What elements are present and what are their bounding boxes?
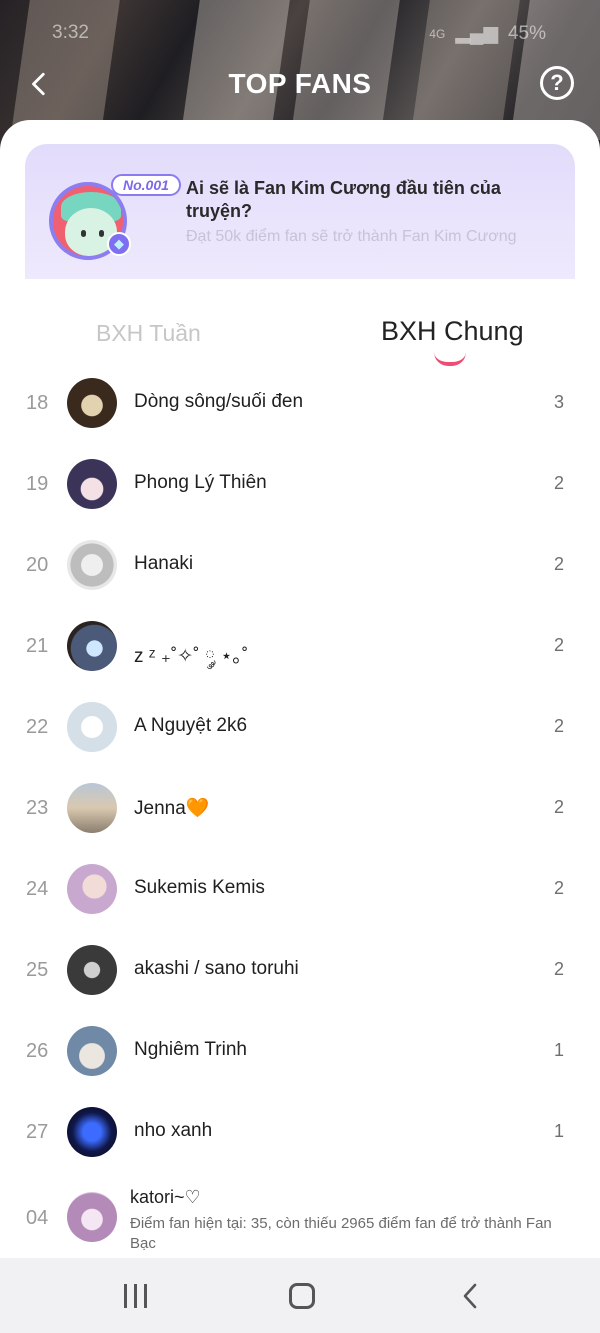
list-item[interactable]: 26 Nghiêm Trinh 1	[0, 1011, 600, 1092]
my-rank-number: 04	[26, 1207, 49, 1229]
avatar	[67, 1026, 117, 1076]
recent-apps-icon	[123, 1284, 127, 1308]
home-button[interactable]	[289, 1283, 315, 1309]
list-item[interactable]: 27 nho xanh 1	[0, 1092, 600, 1173]
question-icon: ?	[550, 70, 564, 95]
fan-score: 2	[553, 878, 564, 898]
fan-score: 2	[553, 554, 564, 574]
recent-apps-icon	[143, 1284, 147, 1308]
fan-name: akashi / sano toruhi	[134, 958, 299, 979]
rank-number: 23	[26, 797, 49, 819]
network-label: 4G	[429, 26, 446, 41]
rank-number: 27	[26, 1121, 49, 1143]
status-bar: 3:32 4G ▂▄▆ 45%	[0, 18, 600, 50]
system-back-button[interactable]	[460, 1283, 482, 1309]
rank-number: 24	[26, 878, 49, 900]
my-name: katori~♡	[130, 1187, 201, 1207]
list-item[interactable]: 22 A Nguyệt 2k6 2	[0, 687, 600, 768]
avatar	[67, 1107, 117, 1157]
rank-number: 25	[26, 959, 49, 981]
fan-name: Phong Lý Thiên	[134, 472, 267, 493]
recent-apps-icon	[133, 1284, 137, 1308]
rank-tag: No.001	[111, 174, 181, 196]
rank-number: 20	[26, 554, 49, 576]
top-navigation: TOP FANS ?	[0, 60, 600, 108]
fan-name: Jenna🧡	[134, 798, 210, 819]
content-sheet: ◆ No.001 Ai sẽ là Fan Kim Cương đầu tiên…	[0, 120, 600, 1260]
diamond-icon: ◆	[107, 232, 131, 256]
status-time: 3:32	[52, 22, 89, 43]
list-item[interactable]: 21 z ᶻ ₊˚✧˚ ༘ ⋆｡˚ 2	[0, 606, 600, 687]
avatar	[67, 459, 117, 509]
page-title: TOP FANS	[228, 68, 372, 99]
rank-number: 19	[26, 473, 49, 495]
fan-name: Nghiêm Trinh	[134, 1039, 247, 1060]
recent-apps-button[interactable]	[121, 1283, 149, 1309]
fan-score: 2	[553, 716, 564, 736]
banner-title: Ai sẽ là Fan Kim Cương đầu tiên của truy…	[186, 178, 501, 221]
avatar	[67, 540, 117, 590]
fan-score: 2	[553, 959, 564, 979]
mascot-eye	[81, 230, 86, 237]
fan-score: 1	[553, 1121, 564, 1141]
rank-number: 26	[26, 1040, 49, 1062]
fan-name: Sukemis Kemis	[134, 877, 265, 898]
diamond-fan-banner[interactable]: ◆ No.001 Ai sẽ là Fan Kim Cương đầu tiên…	[25, 144, 575, 279]
fan-score: 1	[553, 1040, 564, 1060]
avatar	[67, 702, 117, 752]
system-navigation-bar	[0, 1258, 600, 1333]
fan-name: Hanaki	[134, 553, 194, 574]
tab-overall[interactable]: BXH Chung	[381, 316, 524, 347]
list-item[interactable]: 19 Phong Lý Thiên 2	[0, 444, 600, 525]
battery-label: 45%	[507, 22, 546, 44]
status-icons: 4G ▂▄▆ 45%	[429, 22, 546, 45]
mascot-eye	[99, 230, 104, 237]
list-item[interactable]: 25 akashi / sano toruhi 2	[0, 930, 600, 1011]
fan-name: z ᶻ ₊˚✧˚ ༘ ⋆｡˚	[134, 646, 249, 667]
avatar	[67, 378, 117, 428]
fan-ranking-list: 18 Dòng sông/suối đen 3 19 Phong Lý Thiê…	[0, 363, 600, 1173]
banner-subtitle: Đạt 50k điểm fan sẽ trở thành Fan Kim Cư…	[186, 228, 517, 245]
help-button[interactable]: ?	[540, 66, 574, 100]
ranking-tabs: BXH Tuần BXH Chung	[0, 316, 600, 366]
my-rank-row[interactable]: 04 katori~♡ Điểm fan hiện tại: 35, còn t…	[0, 1182, 600, 1258]
avatar	[67, 1192, 117, 1242]
chevron-left-icon	[463, 1283, 477, 1309]
list-item[interactable]: 23 Jenna🧡 2	[0, 768, 600, 849]
fan-score: 3	[553, 392, 564, 412]
signal-icon: ▂▄▆	[455, 23, 498, 44]
rank-number: 21	[26, 635, 49, 657]
avatar	[67, 621, 117, 671]
rank-number: 18	[26, 392, 49, 414]
avatar	[67, 945, 117, 995]
list-item[interactable]: 24 Sukemis Kemis 2	[0, 849, 600, 930]
rank-number: 22	[26, 716, 49, 738]
my-progress-text: Điểm fan hiện tại: 35, còn thiếu 2965 đi…	[130, 1215, 552, 1252]
list-item[interactable]: 20 Hanaki 2	[0, 525, 600, 606]
avatar	[67, 783, 117, 833]
fan-score: 2	[553, 635, 564, 655]
fan-score: 2	[553, 473, 564, 493]
list-item[interactable]: 18 Dòng sông/suối đen 3	[0, 363, 600, 444]
fan-name: nho xanh	[134, 1120, 213, 1141]
fan-name: Dòng sông/suối đen	[134, 391, 304, 412]
tab-weekly[interactable]: BXH Tuần	[96, 320, 201, 347]
fan-name: A Nguyệt 2k6	[134, 715, 248, 736]
fan-score: 2	[553, 797, 564, 817]
avatar	[67, 864, 117, 914]
